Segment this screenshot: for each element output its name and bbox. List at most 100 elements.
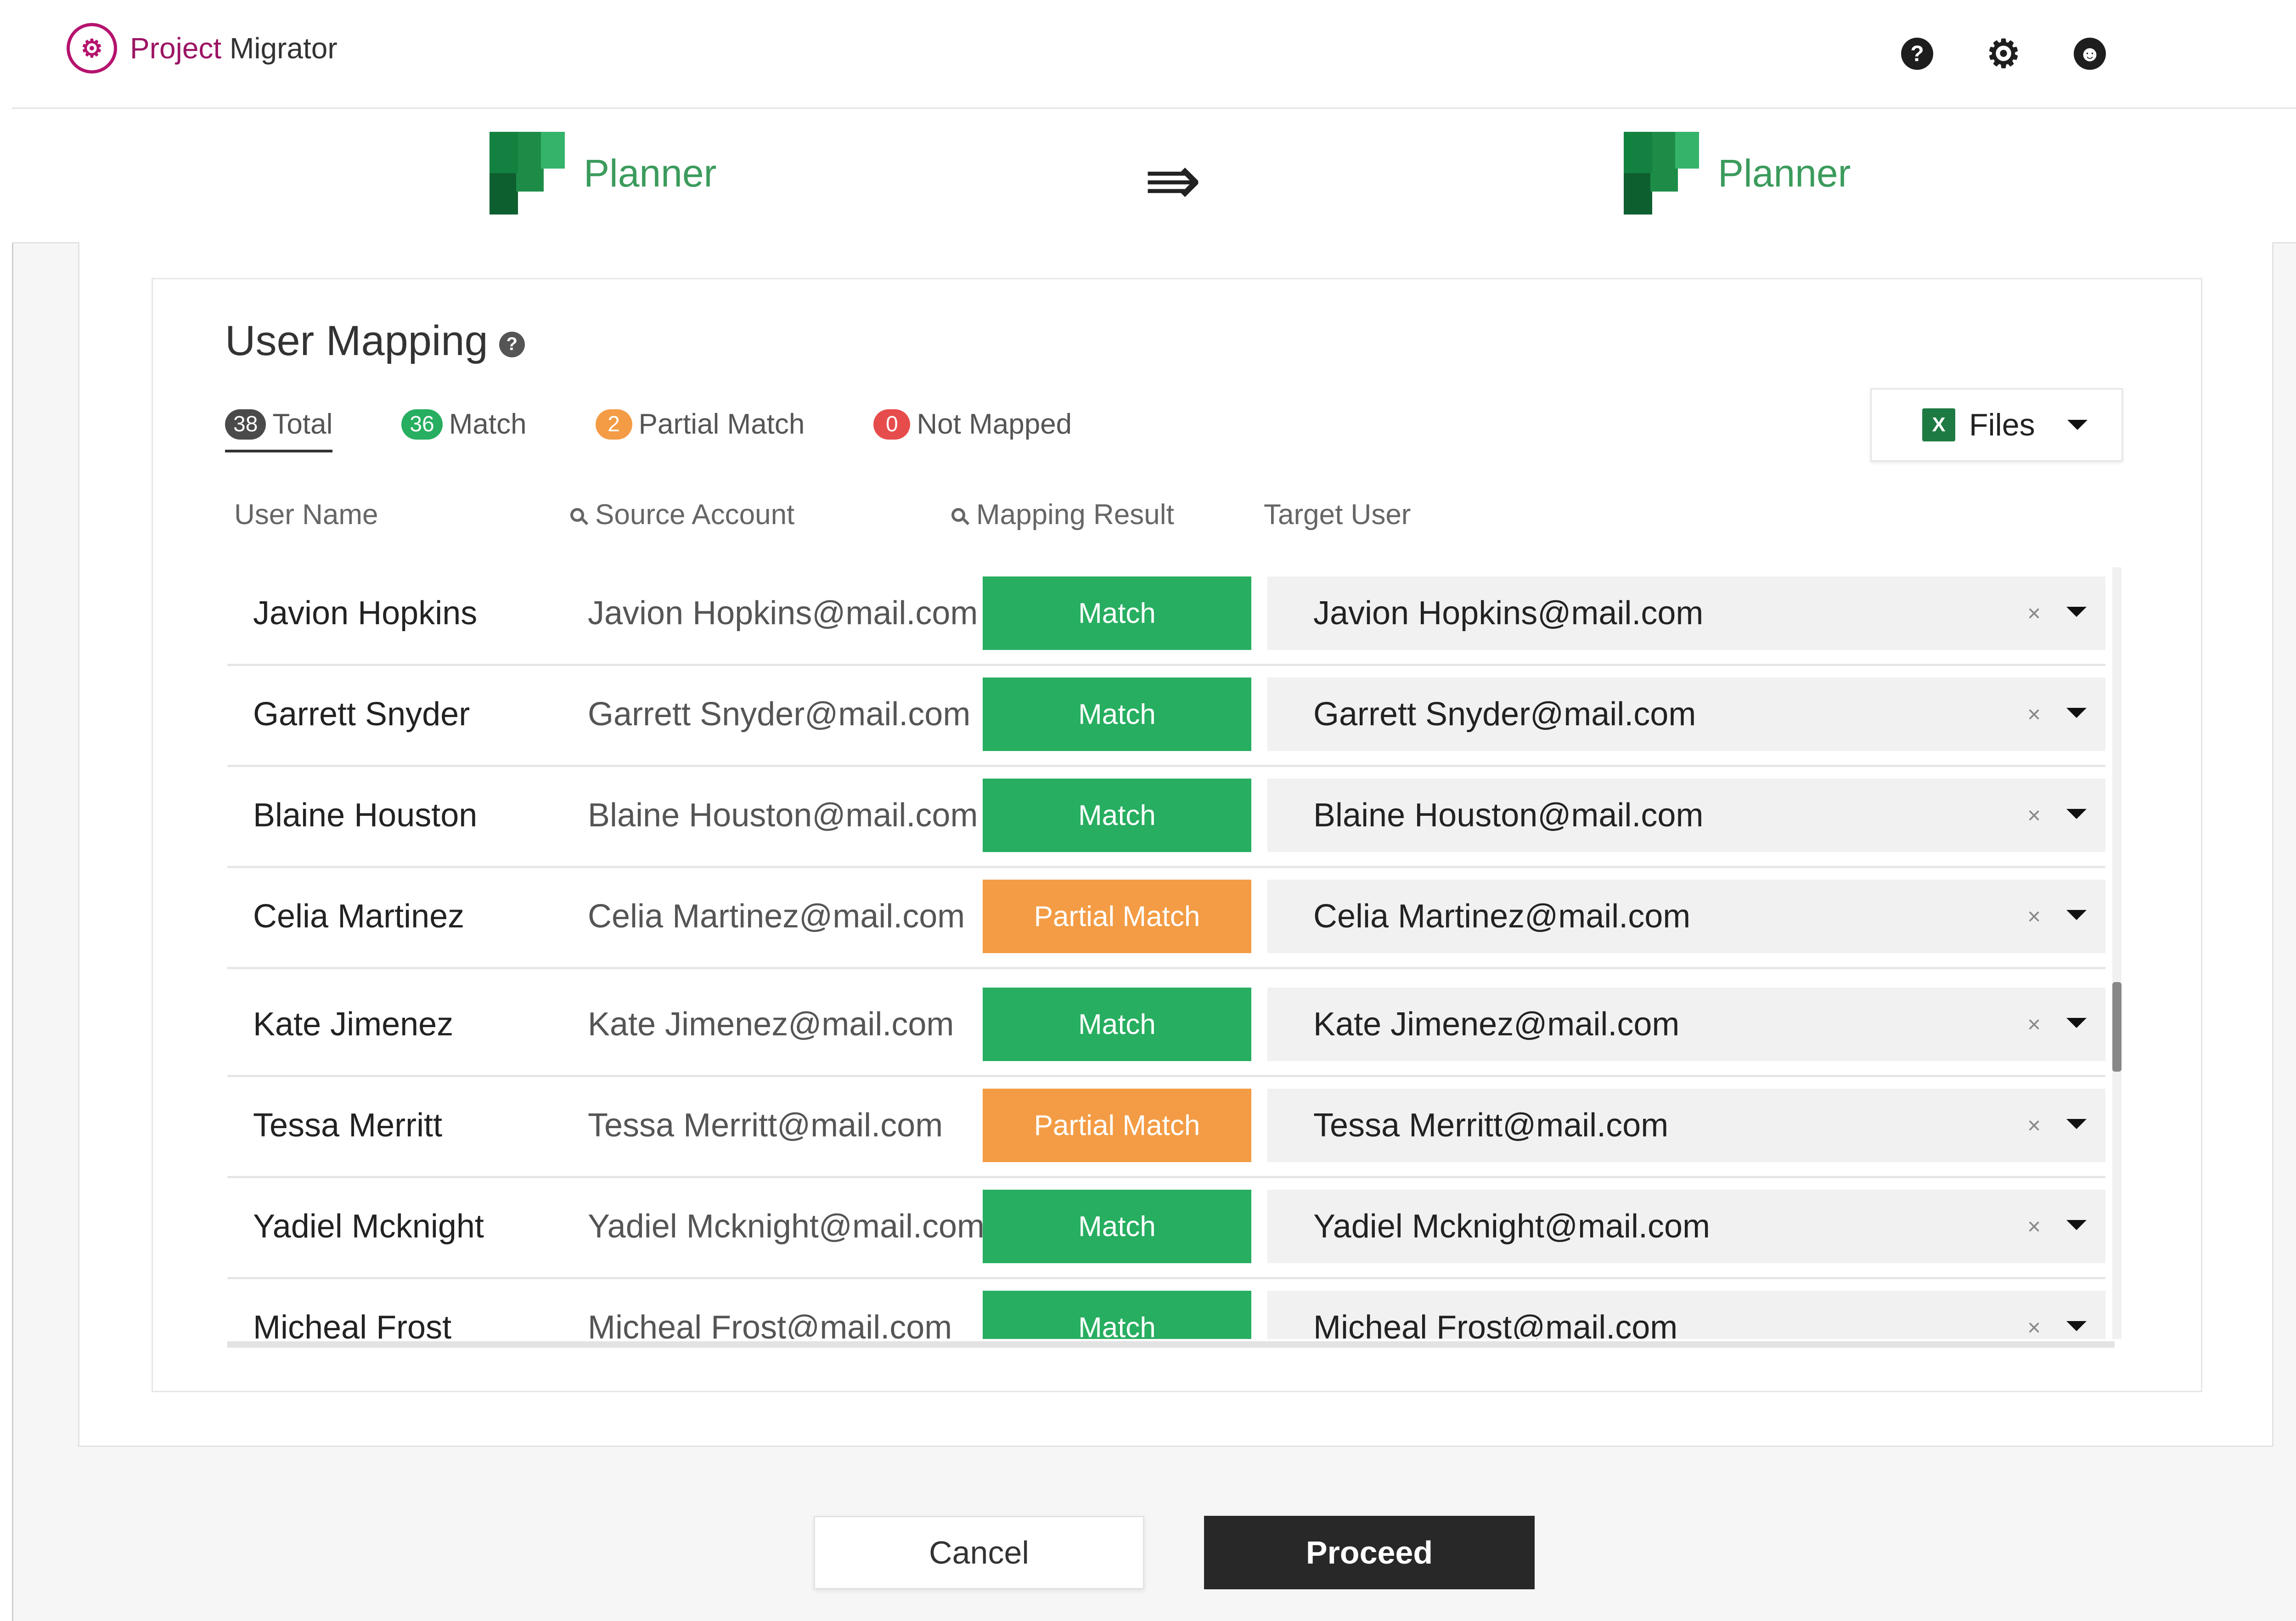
files-dropdown-button[interactable]: X Files: [1870, 388, 2123, 462]
source-account-cell: Yadiel Mcknight@mail.com: [588, 1208, 985, 1245]
user-name-cell: Tessa Merritt: [253, 1107, 443, 1144]
target-user-select[interactable]: Micheal Frost@mail.com ×: [1267, 1291, 2105, 1339]
partial-label: Partial Match: [638, 408, 805, 440]
chevron-down-icon[interactable]: [2066, 607, 2087, 617]
total-count-badge: 38: [225, 409, 266, 440]
user-name-cell: Garrett Snyder: [253, 696, 470, 733]
table-row: Javion Hopkins Javion Hopkins@mail.com Mat…: [227, 567, 2105, 666]
target-user-select[interactable]: Garrett Snyder@mail.com ×: [1267, 678, 2105, 751]
chevron-down-icon[interactable]: [2066, 1119, 2087, 1129]
clear-icon[interactable]: ×: [2027, 988, 2041, 1061]
column-header-mapping-result[interactable]: Mapping Result: [951, 498, 1174, 531]
user-icon[interactable]: ☻: [2074, 38, 2106, 70]
filter-total[interactable]: 38 Total: [225, 408, 333, 452]
gear-icon[interactable]: ⚙: [1986, 32, 2020, 75]
clear-icon[interactable]: ×: [2027, 576, 2041, 650]
table-row: Yadiel Mcknight Yadiel Mcknight@mail.com M…: [227, 1180, 2105, 1279]
table-row: Celia Martinez Celia Martinez@mail.com Par…: [227, 870, 2105, 969]
target-user-select[interactable]: Javion Hopkins@mail.com ×: [1267, 576, 2105, 650]
source-app-label: Planner: [584, 151, 717, 195]
migration-apps-bar: Planner ⇛ Planner: [12, 109, 2296, 243]
table-row: Micheal Frost Micheal Frost@mail.com Match…: [227, 1282, 2105, 1339]
cancel-button[interactable]: Cancel: [814, 1516, 1144, 1589]
table-row: Tessa Merritt Tessa Merritt@mail.com Parti…: [227, 1079, 2105, 1178]
source-account-cell: Micheal Frost@mail.com: [588, 1309, 952, 1339]
app-brand[interactable]: ⚙ Project Migrator: [67, 21, 338, 76]
vertical-scrollbar[interactable]: [2112, 567, 2122, 1339]
mapping-result-badge: Partial Match: [983, 1089, 1251, 1162]
target-user-value: Javion Hopkins@mail.com: [1313, 595, 1704, 632]
source-account-cell: Celia Martinez@mail.com: [588, 898, 965, 935]
target-user-select[interactable]: Kate Jimenez@mail.com ×: [1267, 988, 2105, 1061]
mapping-result-badge: Partial Match: [983, 880, 1251, 953]
mapping-result-badge: Match: [983, 1291, 1251, 1339]
mapping-result-badge: Match: [983, 576, 1251, 650]
chevron-down-icon[interactable]: [2066, 910, 2087, 920]
user-mapping-table[interactable]: Javion Hopkins Javion Hopkins@mail.com Mat…: [227, 567, 2119, 1339]
horizontal-scrollbar[interactable]: [227, 1341, 2115, 1348]
clear-icon[interactable]: ×: [2027, 880, 2041, 953]
header-icons: ? ⚙ ☻: [1901, 32, 2106, 75]
mapping-result-badge: Match: [983, 988, 1251, 1061]
clear-icon[interactable]: ×: [2027, 678, 2041, 751]
target-user-value: Yadiel Mcknight@mail.com: [1313, 1208, 1711, 1245]
planner-logo-icon: [1624, 132, 1699, 215]
chevron-down-icon[interactable]: [2066, 708, 2087, 718]
source-account-cell: Blaine Houston@mail.com: [588, 797, 978, 834]
not-mapped-count-badge: 0: [873, 409, 911, 440]
clear-icon[interactable]: ×: [2027, 1190, 2041, 1263]
filter-not-mapped[interactable]: 0 Not Mapped: [873, 408, 1072, 441]
partial-count-badge: 2: [595, 409, 632, 440]
target-user-value: Kate Jimenez@mail.com: [1313, 1006, 1680, 1043]
target-user-select[interactable]: Celia Martinez@mail.com ×: [1267, 880, 2105, 953]
source-account-cell: Garrett Snyder@mail.com: [588, 696, 971, 733]
user-name-cell: Celia Martinez: [253, 898, 465, 935]
user-name-cell: Yadiel Mcknight: [253, 1208, 484, 1245]
target-user-select[interactable]: Yadiel Mcknight@mail.com ×: [1267, 1190, 2105, 1263]
files-label: Files: [1969, 407, 2035, 442]
target-user-value: Garrett Snyder@mail.com: [1313, 696, 1696, 733]
target-user-select[interactable]: Blaine Houston@mail.com ×: [1267, 779, 2105, 852]
mapping-result-badge: Match: [983, 779, 1251, 852]
chevron-down-icon[interactable]: [2066, 1018, 2087, 1028]
match-label: Match: [449, 408, 527, 440]
filter-match[interactable]: 36 Match: [401, 408, 527, 441]
migration-arrow-icon: ⇛: [1144, 141, 1202, 219]
source-account-cell: Kate Jimenez@mail.com: [588, 1006, 954, 1043]
target-user-value: Celia Martinez@mail.com: [1313, 898, 1691, 935]
target-app-label: Planner: [1718, 151, 1851, 195]
proceed-button[interactable]: Proceed: [1204, 1516, 1535, 1589]
source-account-cell: Tessa Merritt@mail.com: [588, 1107, 943, 1144]
scrollbar-thumb[interactable]: [2112, 982, 2122, 1072]
filter-partial-match[interactable]: 2 Partial Match: [595, 408, 805, 441]
user-name-cell: Micheal Frost: [253, 1309, 452, 1339]
planner-logo-icon: [490, 132, 565, 215]
chevron-down-icon: [2067, 420, 2088, 430]
target-user-value: Tessa Merritt@mail.com: [1313, 1107, 1669, 1144]
clear-icon[interactable]: ×: [2027, 779, 2041, 852]
chevron-down-icon[interactable]: [2066, 809, 2087, 819]
chevron-down-icon[interactable]: [2066, 1321, 2087, 1331]
column-header-target-user[interactable]: Target User: [1264, 498, 1411, 531]
clear-icon[interactable]: ×: [2027, 1291, 2041, 1339]
match-count-badge: 36: [401, 409, 443, 440]
user-name-cell: Blaine Houston: [253, 797, 478, 834]
help-icon[interactable]: ?: [1901, 38, 1933, 70]
mapping-stats: 38 Total 36 Match 2 Partial Match 0 Not …: [225, 396, 1141, 452]
source-app: Planner: [490, 132, 717, 215]
search-icon[interactable]: [951, 508, 965, 522]
chevron-down-icon[interactable]: [2066, 1220, 2087, 1230]
clear-icon[interactable]: ×: [2027, 1089, 2041, 1162]
total-label: Total: [272, 408, 333, 440]
column-header-source-account[interactable]: Source Account: [570, 498, 794, 531]
mapping-result-badge: Match: [983, 1190, 1251, 1263]
app-name: Project Migrator: [130, 32, 338, 65]
column-header-user-name[interactable]: User Name: [234, 498, 378, 531]
user-name-cell: Javion Hopkins: [253, 595, 478, 632]
excel-icon: X: [1922, 408, 1955, 441]
target-user-select[interactable]: Tessa Merritt@mail.com ×: [1267, 1089, 2105, 1162]
table-row: Blaine Houston Blaine Houston@mail.com Mat…: [227, 769, 2105, 868]
search-icon[interactable]: [570, 508, 584, 522]
help-icon[interactable]: ?: [499, 331, 525, 357]
target-user-value: Micheal Frost@mail.com: [1313, 1309, 1678, 1339]
